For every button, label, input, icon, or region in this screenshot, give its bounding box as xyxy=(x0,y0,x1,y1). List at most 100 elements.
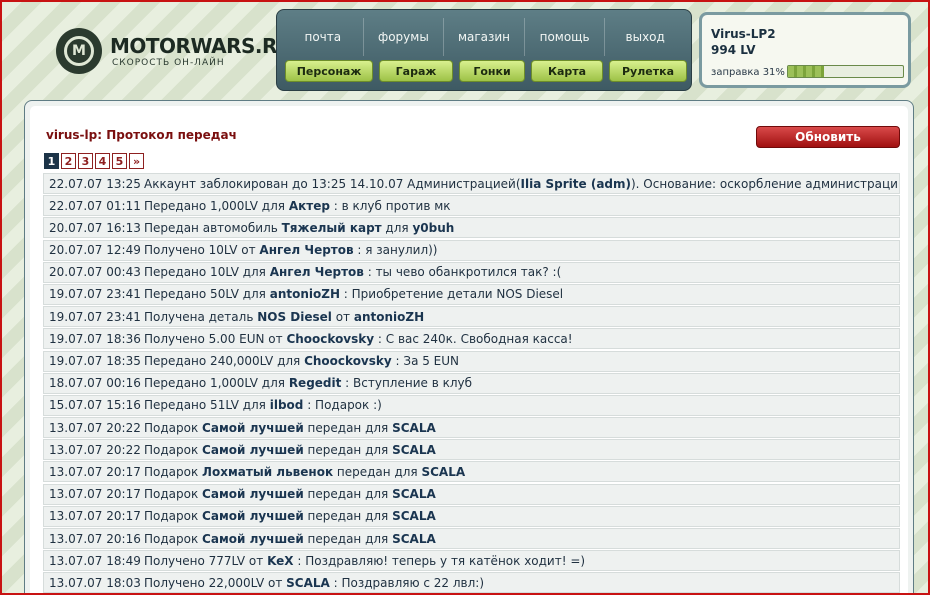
user-balance: 994 LV xyxy=(711,43,756,57)
logo-subtitle: СКОРОСТЬ ОН-ЛАЙН xyxy=(112,58,225,68)
log-message: Передано 240,000LV для Choockovsky : За … xyxy=(144,354,459,368)
log-text: : С вас 240к. Свободная касса! xyxy=(374,331,573,346)
log-entity-link[interactable]: Самой лучшей xyxy=(202,509,304,523)
log-entity-link[interactable]: ilbod xyxy=(270,398,304,412)
log-message: Подарок Самой лучшей передан для SCALA xyxy=(144,443,436,457)
log-row: 20.07.07 16:13 Передан автомобиль Тяжелый… xyxy=(43,217,900,239)
log-entity-link[interactable]: antonioZH xyxy=(270,287,340,301)
log-row: 13.07.07 20:22 Подарок Самой лучшей перед… xyxy=(43,439,900,461)
log-text: Передано 240,000LV для xyxy=(144,354,305,368)
pagination-page[interactable]: 5 xyxy=(112,153,127,169)
fuel-progress-bar xyxy=(787,65,904,78)
log-date: 13.07.07 18:49 xyxy=(49,553,141,568)
fuel-label: заправка 31% xyxy=(711,67,785,78)
log-entity-link[interactable]: Лохматый львенок xyxy=(202,465,333,479)
main-panel-content: virus-lp: Протокол передач Обновить 1234… xyxy=(30,106,908,593)
log-entity-link[interactable]: KeX xyxy=(267,554,293,568)
log-entity-link[interactable]: Самой лучшей xyxy=(202,532,304,546)
log-text: Передано 1,000LV для xyxy=(144,198,289,213)
log-entity-link[interactable]: SCALA xyxy=(392,509,436,523)
log-text: : Приобретение детали NOS Diesel xyxy=(339,287,564,302)
log-message: Подарок Самой лучшей передан для SCALA xyxy=(144,532,436,546)
log-entity-link[interactable]: Ilia Sprite (adm) xyxy=(521,177,631,191)
log-text: передан для xyxy=(303,509,393,524)
log-entity-link[interactable]: Regedit xyxy=(289,376,342,390)
pagination-page[interactable]: 1 xyxy=(44,153,59,169)
log-entity-link[interactable]: NOS Diesel xyxy=(257,310,332,324)
main-panel: virus-lp: Протокол передач Обновить 1234… xyxy=(24,100,914,593)
log-date: 19.07.07 18:35 xyxy=(49,354,141,368)
log-text: Получено 22,000LV от xyxy=(144,575,287,590)
log-entity-link[interactable]: SCALA xyxy=(421,465,465,479)
sub-nav-button[interactable]: Гараж xyxy=(379,60,453,82)
log-message: Получено 10LV от Ангел Чертов : я занули… xyxy=(144,243,437,257)
log-entity-link[interactable]: Тяжелый карт xyxy=(282,221,382,235)
log-date: 13.07.07 20:22 xyxy=(49,420,141,435)
sub-nav-button[interactable]: Рулетка xyxy=(609,60,687,82)
log-message: Получена деталь NOS Diesel от antonioZH xyxy=(144,310,424,324)
log-message: Передан автомобиль Тяжелый карт для y0bu… xyxy=(144,221,454,235)
log-entity-link[interactable]: SCALA xyxy=(392,443,436,457)
log-text: : Поздравляю! теперь у тя катёнок ходит!… xyxy=(293,553,586,568)
log-text: Передано 50LV для xyxy=(144,287,270,302)
pagination: 1 2 3 4 5» xyxy=(44,153,144,169)
log-text: передан для xyxy=(303,531,393,546)
sub-nav-button[interactable]: Карта xyxy=(531,60,603,82)
log-text: Подарок xyxy=(144,464,203,479)
log-entity-link[interactable]: Актер xyxy=(289,199,330,213)
log-text: Аккаунт заблокирован до 13:25 14.10.07 А… xyxy=(144,176,521,191)
log-message: Передано 1,000LV для Актер : в клуб прот… xyxy=(144,199,451,213)
top-nav-link[interactable]: магазин xyxy=(444,18,525,56)
log-row: 13.07.07 20:22 Подарок Самой лучшей перед… xyxy=(43,417,900,439)
log-row: 19.07.07 18:35 Передано 240,000LV для Cho… xyxy=(43,350,900,372)
log-entity-link[interactable]: SCALA xyxy=(286,576,330,590)
header: M MOTORWARS.RU СКОРОСТЬ ОН-ЛАЙН почта фор… xyxy=(2,2,928,94)
page-frame: M MOTORWARS.RU СКОРОСТЬ ОН-ЛАЙН почта фор… xyxy=(0,0,930,595)
log-entity-link[interactable]: SCALA xyxy=(392,532,436,546)
user-name[interactable]: Virus-LP2 xyxy=(711,27,776,41)
log-text: : Поздравляю с 22 лвл:) xyxy=(329,575,485,590)
sub-nav-button[interactable]: Персонаж xyxy=(285,60,373,82)
top-nav-link[interactable]: помощь xyxy=(525,18,606,56)
log-text: Подарок xyxy=(144,442,203,457)
site-logo[interactable]: M MOTORWARS.RU СКОРОСТЬ ОН-ЛАЙН xyxy=(56,28,293,74)
log-entity-link[interactable]: Ангел Чертов xyxy=(270,265,364,279)
sub-nav-button[interactable]: Гонки xyxy=(459,60,525,82)
log-text: передан для xyxy=(303,420,393,435)
log-entity-link[interactable]: antonioZH xyxy=(354,310,424,324)
log-entity-link[interactable]: SCALA xyxy=(392,421,436,435)
log-entity-link[interactable]: y0buh xyxy=(412,221,454,235)
log-entity-link[interactable]: Самой лучшей xyxy=(202,443,304,457)
log-text: от xyxy=(331,309,354,324)
log-text: Передано 10LV для xyxy=(144,265,270,280)
log-date: 13.07.07 18:03 xyxy=(49,575,141,590)
user-panel: Virus-LP2 994 LV заправка 31% xyxy=(699,12,911,88)
log-message: Подарок Самой лучшей передан для SCALA xyxy=(144,421,436,435)
log-entity-link[interactable]: SCALA xyxy=(392,487,436,501)
log-message: Передано 1,000LV для Regedit : Вступлени… xyxy=(144,376,472,390)
pagination-page[interactable]: 4 xyxy=(95,153,110,169)
log-date: 13.07.07 20:17 xyxy=(49,487,141,502)
log-date: 13.07.07 20:17 xyxy=(49,464,141,479)
log-date: 20.07.07 00:43 xyxy=(49,265,141,280)
log-text: для xyxy=(381,220,413,235)
top-nav-link[interactable]: выход xyxy=(605,18,685,56)
pagination-next[interactable]: » xyxy=(129,153,144,169)
refresh-button[interactable]: Обновить xyxy=(756,126,900,148)
log-entity-link[interactable]: Choockovsky xyxy=(304,354,392,368)
log-entity-link[interactable]: Choockovsky xyxy=(286,332,374,346)
log-row: 13.07.07 20:16 Подарок Самой лучшей перед… xyxy=(43,528,900,549)
top-nav-link[interactable]: форумы xyxy=(364,18,445,56)
log-date: 19.07.07 23:41 xyxy=(49,309,141,324)
pagination-page[interactable]: 3 xyxy=(78,153,93,169)
log-text: Получено 5.00 EUN от xyxy=(144,331,287,346)
log-entity-link[interactable]: Ангел Чертов xyxy=(259,243,353,257)
log-entity-link[interactable]: Самой лучшей xyxy=(202,421,304,435)
top-nav-link[interactable]: почта xyxy=(283,18,364,56)
log-date: 13.07.07 20:22 xyxy=(49,442,141,457)
log-text: Получено 777LV от xyxy=(144,553,268,568)
log-row: 20.07.07 12:49 Получено 10LV от Ангел Чер… xyxy=(43,239,900,261)
log-date: 19.07.07 23:41 xyxy=(49,287,141,302)
log-entity-link[interactable]: Самой лучшей xyxy=(202,487,304,501)
pagination-page[interactable]: 2 xyxy=(61,153,76,169)
